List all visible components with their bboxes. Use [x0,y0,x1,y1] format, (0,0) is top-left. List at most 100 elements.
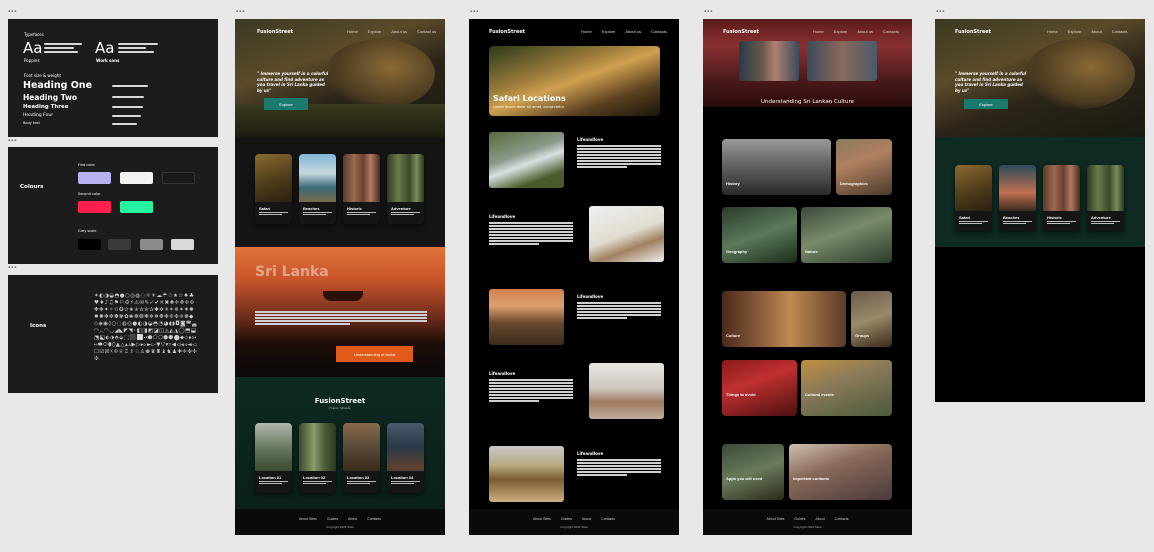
category-label: Adventure [1091,215,1111,220]
nav-home[interactable]: Home [813,29,824,34]
colours-panel[interactable]: Colours Find color Second color Grey sca… [8,147,218,264]
footer-link[interactable]: Contacts [367,517,381,521]
site-logo[interactable]: FusionStreet [257,29,293,35]
category-card-safari[interactable]: Safari [955,165,992,231]
category-label: Safari [959,215,971,220]
culture-page-frame[interactable]: FusionStreet Home Explore About us Conta… [703,19,912,535]
culture-tile-culture[interactable]: Culture [722,291,846,347]
section-title: Lifeandlove [577,294,604,299]
footer-link[interactable]: About Sites [533,517,551,521]
culture-tile-geography[interactable]: Geography [722,207,797,263]
top-nav: Home Explore About Contacts [1047,29,1127,34]
culture-tile-things-to-avoid[interactable]: Things to avoid [722,360,797,416]
footer: About Sites Guides About Contacts Copyri… [703,509,912,535]
typeface-sample-2: Aa [95,39,115,57]
icons-panel[interactable]: Icons ✦◐◑◒◓●○◎◍◌☼☀☁☂☃★☆♠♣♥♦♪♫⚑⚐⚙⚡⚠✉✎✓✔✕✖… [8,275,218,393]
location-card[interactable]: Location 04 [387,423,424,493]
section-image [589,206,664,262]
category-label: Beaches [303,206,320,211]
frame-tag: ▪▪▪ [236,9,246,15]
footer-link[interactable]: About [348,517,357,521]
category-card-adventure[interactable]: Adventure [387,154,424,224]
footer-link[interactable]: About Sites [299,517,317,521]
location-card[interactable]: Location 02 [299,423,336,493]
culture-tile-cultural-events[interactable]: Cultural events [801,360,892,416]
tile-label: History [726,181,740,186]
typefaces-label: Typefaces [24,32,44,37]
heading-one-sample: Heading One [23,80,93,91]
typeface-glyphs-1 [44,43,82,55]
swatch-grey-2 [108,239,131,250]
tile-label: Important contacts [793,476,830,481]
nav-explore[interactable]: Explore [1068,29,1082,34]
footer-nav: About Sites Guides About Contacts [703,517,912,521]
footer-link[interactable]: Guides [561,517,572,521]
category-image [255,154,292,202]
culture-tile-groups[interactable]: Groups [851,291,892,347]
typography-panel[interactable]: Typefaces Aa Poppins Aa Work sans Font s… [8,19,218,137]
tile-label: Nature [805,249,818,254]
footer-link[interactable]: About Sites [767,517,785,521]
site-logo[interactable]: FusionStreet [489,29,525,35]
footer-link[interactable]: About [816,517,825,521]
location-card[interactable]: Location 01 [255,423,292,493]
nav-contact[interactable]: Contact us [417,29,436,34]
culture-tile-history[interactable]: History [722,139,831,195]
footer-link[interactable]: Contacts [835,517,849,521]
typeface-name-1: Poppins [24,58,40,63]
site-logo[interactable]: FusionStreet [723,29,759,35]
nav-about[interactable]: About us [391,29,407,34]
category-card-historic[interactable]: Historic [343,154,380,224]
nav-contact[interactable]: Contacts [651,29,667,34]
nav-explore[interactable]: Explore [834,29,848,34]
safari-hero-subtitle: Lorem ipsum dolor sit amet, consectetur [493,105,565,109]
understanding-lanka-button[interactable]: Understanding of lanka [336,346,413,362]
category-card-adventure[interactable]: Adventure [1087,165,1124,231]
hero-explore-button[interactable]: Explore [964,99,1008,109]
swatch-grey-4 [171,239,194,250]
footer-link[interactable]: Contacts [601,517,615,521]
footer-nav: About Sites Guides About Contacts [235,517,445,521]
swatch-primary-1 [78,172,111,184]
culture-tile-demographics[interactable]: Demographics [836,139,892,195]
culture-tile-nature[interactable]: Nature [801,207,892,263]
category-card-beaches[interactable]: Beaches [299,154,336,224]
footer-link[interactable]: About [582,517,591,521]
tile-label: Culture [726,333,740,338]
category-card-beaches[interactable]: Beaches [999,165,1036,231]
site-logo[interactable]: FusionStreet [955,29,991,35]
secondary-label: Second color [78,192,101,196]
section-paragraph [489,379,573,403]
home-compact-frame[interactable]: FusionStreet Home Explore About Contacts… [935,19,1145,402]
nav-contact[interactable]: Contacts [883,29,899,34]
culture-tile-contacts[interactable]: Important contacts [789,444,892,500]
nav-explore[interactable]: Explore [602,29,616,34]
swatch-secondary-1 [78,201,111,213]
nav-about[interactable]: About [1091,29,1101,34]
location-card[interactable]: Location 03 [343,423,380,493]
nav-about[interactable]: About us [857,29,873,34]
category-card-historic[interactable]: Historic [1043,165,1080,231]
section-title: Lifeandlove [489,371,516,376]
hero-explore-button[interactable]: Explore [264,98,308,110]
category-label: Beaches [1003,215,1020,220]
banner-title: Sri Lanka [255,264,329,280]
tile-label: Cultural events [805,392,834,397]
safari-page-frame[interactable]: FusionStreet Home Explore About us Conta… [469,19,679,535]
copyright: Copyright 2024 Sites [793,525,822,529]
location-label: Location 04 [391,475,414,480]
section-image [589,363,664,419]
culture-tile-apps[interactable]: Apps you will need [722,444,784,500]
body-text-sample: Body text [23,121,40,125]
nav-home[interactable]: Home [581,29,592,34]
category-card-safari[interactable]: Safari [255,154,292,224]
footer-link[interactable]: Guides [794,517,805,521]
footer: About Sites Guides About Contacts Copyri… [469,509,679,535]
nav-contact[interactable]: Contacts [1112,29,1128,34]
nav-about[interactable]: About us [625,29,641,34]
nav-home[interactable]: Home [1047,29,1058,34]
footer-link[interactable]: Guides [327,517,338,521]
nav-home[interactable]: Home [347,29,358,34]
nav-explore[interactable]: Explore [368,29,382,34]
home-page-frame[interactable]: FusionStreet Home Explore About us Conta… [235,19,445,535]
